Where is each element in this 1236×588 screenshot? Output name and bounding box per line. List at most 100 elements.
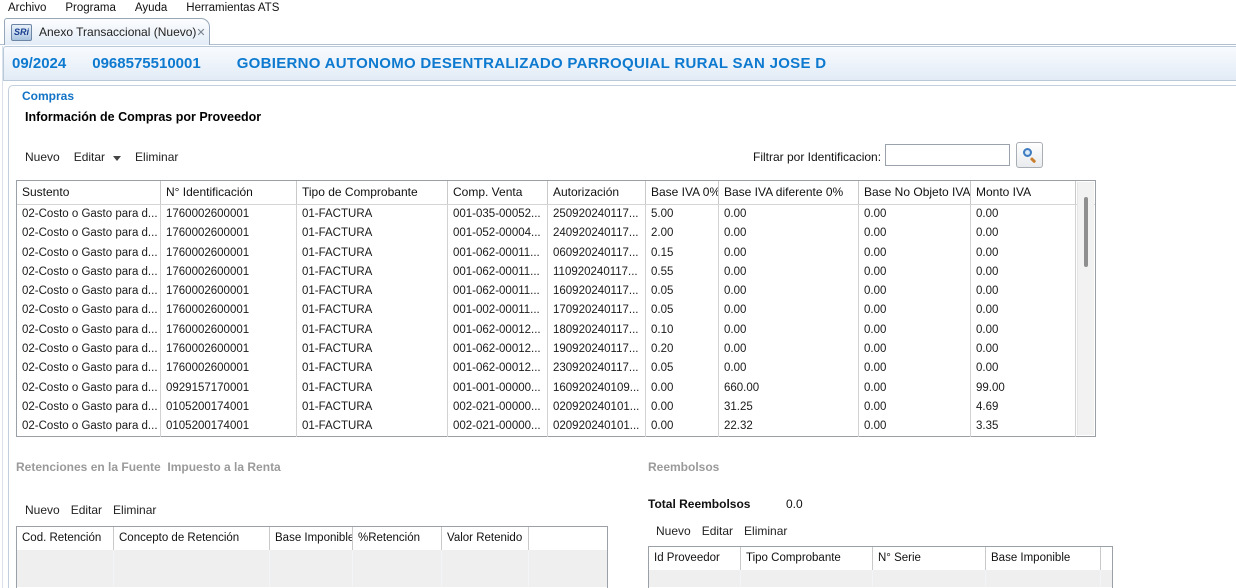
- column-header[interactable]: N° Identificación: [161, 181, 297, 204]
- cell: 0.00: [971, 224, 1076, 243]
- tab-label: Anexo Transaccional (Nuevo): [39, 25, 196, 39]
- empty-cell: [270, 550, 353, 587]
- cell: 0.00: [719, 224, 859, 243]
- table-row[interactable]: 02-Costo o Gasto para d...17600026000010…: [17, 359, 1095, 378]
- column-header[interactable]: Base IVA diferente 0%: [719, 181, 859, 204]
- cell: 020920240101...: [548, 398, 646, 417]
- cell: 0.00: [859, 398, 971, 417]
- cell: 02-Costo o Gasto para d...: [17, 398, 161, 417]
- menu-archivo[interactable]: Archivo: [8, 2, 46, 14]
- cell: 0.00: [859, 224, 971, 243]
- cell: 01-FACTURA: [297, 224, 448, 243]
- editar-button[interactable]: Editar: [74, 150, 105, 164]
- filter-input[interactable]: [885, 144, 1010, 166]
- empty-cell: [17, 550, 114, 587]
- reembolsos-editar-button[interactable]: Editar: [702, 524, 733, 538]
- table-row[interactable]: 02-Costo o Gasto para d...17600026000010…: [17, 282, 1095, 301]
- cell: 170920240117...: [548, 301, 646, 320]
- cell: 0.00: [719, 301, 859, 320]
- retenciones-eliminar-button[interactable]: Eliminar: [113, 503, 156, 517]
- table-row[interactable]: 02-Costo o Gasto para d...01052001740010…: [17, 417, 1095, 436]
- reembolsos-table-header: Id ProveedorTipo ComprobanteN° SerieBase…: [649, 547, 1112, 570]
- column-header[interactable]: Tipo Comprobante: [741, 547, 873, 570]
- cell: 22.32: [719, 417, 859, 436]
- menu-programa[interactable]: Programa: [65, 2, 116, 14]
- column-header[interactable]: Autorización: [548, 181, 646, 204]
- retenciones-editar-button[interactable]: Editar: [71, 503, 102, 517]
- cell: 0.00: [646, 417, 719, 436]
- cell: 0.00: [859, 340, 971, 359]
- empty-cell: [114, 550, 270, 587]
- column-header[interactable]: Base Imponible: [986, 547, 1101, 570]
- retenciones-nuevo-button[interactable]: Nuevo: [25, 503, 60, 517]
- total-reembolsos-value: 0.0: [786, 497, 803, 511]
- cell: 02-Costo o Gasto para d...: [17, 282, 161, 301]
- table-row[interactable]: 02-Costo o Gasto para d...17600026000010…: [17, 263, 1095, 282]
- cell: 1760002600001: [161, 224, 297, 243]
- purchases-table-body: 02-Costo o Gasto para d...17600026000010…: [17, 205, 1095, 437]
- reembolsos-table: Id ProveedorTipo ComprobanteN° SerieBase…: [648, 546, 1113, 588]
- cell: 5.00: [646, 205, 719, 224]
- reembolsos-nuevo-button[interactable]: Nuevo: [656, 524, 691, 538]
- close-icon[interactable]: ✕: [196, 26, 205, 39]
- menu-ayuda[interactable]: Ayuda: [135, 2, 167, 14]
- table-row[interactable]: 02-Costo o Gasto para d...17600026000010…: [17, 244, 1095, 263]
- column-header[interactable]: %Retención: [353, 527, 442, 550]
- search-button[interactable]: [1016, 142, 1043, 168]
- column-header[interactable]: Monto IVA: [971, 181, 1076, 204]
- cell: 001-001-00000...: [448, 379, 548, 398]
- cell: 0.00: [646, 379, 719, 398]
- column-header[interactable]: Base IVA 0%: [646, 181, 719, 204]
- purchases-table-header: SustentoN° IdentificaciónTipo de Comprob…: [17, 181, 1095, 205]
- entity-name-label: GOBIERNO AUTONOMO DESENTRALIZADO PARROQU…: [237, 55, 827, 72]
- column-header[interactable]: Base No Objeto IVA: [859, 181, 971, 204]
- tab-anexo-transaccional[interactable]: SRi Anexo Transaccional (Nuevo) ✕: [4, 18, 210, 45]
- nuevo-button[interactable]: Nuevo: [25, 150, 60, 164]
- eliminar-button[interactable]: Eliminar: [135, 150, 178, 164]
- column-header[interactable]: Base Imponible: [270, 527, 353, 550]
- table-row[interactable]: 02-Costo o Gasto para d...01052001740010…: [17, 398, 1095, 417]
- column-header[interactable]: N° Serie: [873, 547, 986, 570]
- reembolsos-eliminar-button[interactable]: Eliminar: [744, 524, 787, 538]
- column-header[interactable]: Comp. Venta: [448, 181, 548, 204]
- cell: 001-062-00011...: [448, 263, 548, 282]
- cell: 31.25: [719, 398, 859, 417]
- cell: 02-Costo o Gasto para d...: [17, 301, 161, 320]
- column-header[interactable]: Valor Retenido: [442, 527, 529, 550]
- table-row[interactable]: 02-Costo o Gasto para d...17600026000010…: [17, 205, 1095, 224]
- cell: 0.00: [971, 244, 1076, 263]
- column-header[interactable]: Sustento: [17, 181, 161, 204]
- cell: 0.00: [719, 359, 859, 378]
- cell: 0.00: [859, 282, 971, 301]
- cell: 0.00: [971, 340, 1076, 359]
- sri-logo-icon: SRi: [11, 24, 32, 41]
- table-row[interactable]: 02-Costo o Gasto para d...09291571700010…: [17, 379, 1095, 398]
- cell: 001-052-00004...: [448, 224, 548, 243]
- cell: 0.05: [646, 282, 719, 301]
- total-reembolsos-label: Total Reembolsos: [648, 497, 750, 511]
- cell: 160920240109...: [548, 379, 646, 398]
- menu-bar: Archivo Programa Ayuda Herramientas ATS: [0, 0, 1236, 15]
- column-header[interactable]: Concepto de Retención: [114, 527, 270, 550]
- cell: 02-Costo o Gasto para d...: [17, 263, 161, 282]
- menu-herramientas-ats[interactable]: Herramientas ATS: [186, 2, 279, 14]
- cell: 1760002600001: [161, 244, 297, 263]
- cell: 0.00: [719, 340, 859, 359]
- column-header[interactable]: Tipo de Comprobante: [297, 181, 448, 204]
- cell: 0.00: [719, 205, 859, 224]
- table-row[interactable]: 02-Costo o Gasto para d...17600026000010…: [17, 224, 1095, 243]
- table-row[interactable]: 02-Costo o Gasto para d...1760002600001 0…: [17, 301, 1095, 320]
- table-row[interactable]: 02-Costo o Gasto para d...17600026000010…: [17, 321, 1095, 340]
- retenciones-table-body: [17, 550, 607, 587]
- chevron-down-icon[interactable]: [113, 156, 121, 161]
- vertical-scrollbar[interactable]: [1077, 182, 1094, 435]
- cell: 002-021-00000...: [448, 417, 548, 436]
- column-header[interactable]: Cod. Retención: [17, 527, 114, 550]
- tab-compras[interactable]: Compras: [22, 89, 74, 103]
- cell: 250920240117...: [548, 205, 646, 224]
- column-header[interactable]: Id Proveedor: [649, 547, 741, 570]
- retenciones-table: Cod. RetenciónConcepto de RetenciónBase …: [16, 526, 608, 588]
- scrollbar-thumb[interactable]: [1084, 197, 1088, 267]
- cell: 1760002600001: [161, 301, 297, 320]
- table-row[interactable]: 02-Costo o Gasto para d...17600026000010…: [17, 340, 1095, 359]
